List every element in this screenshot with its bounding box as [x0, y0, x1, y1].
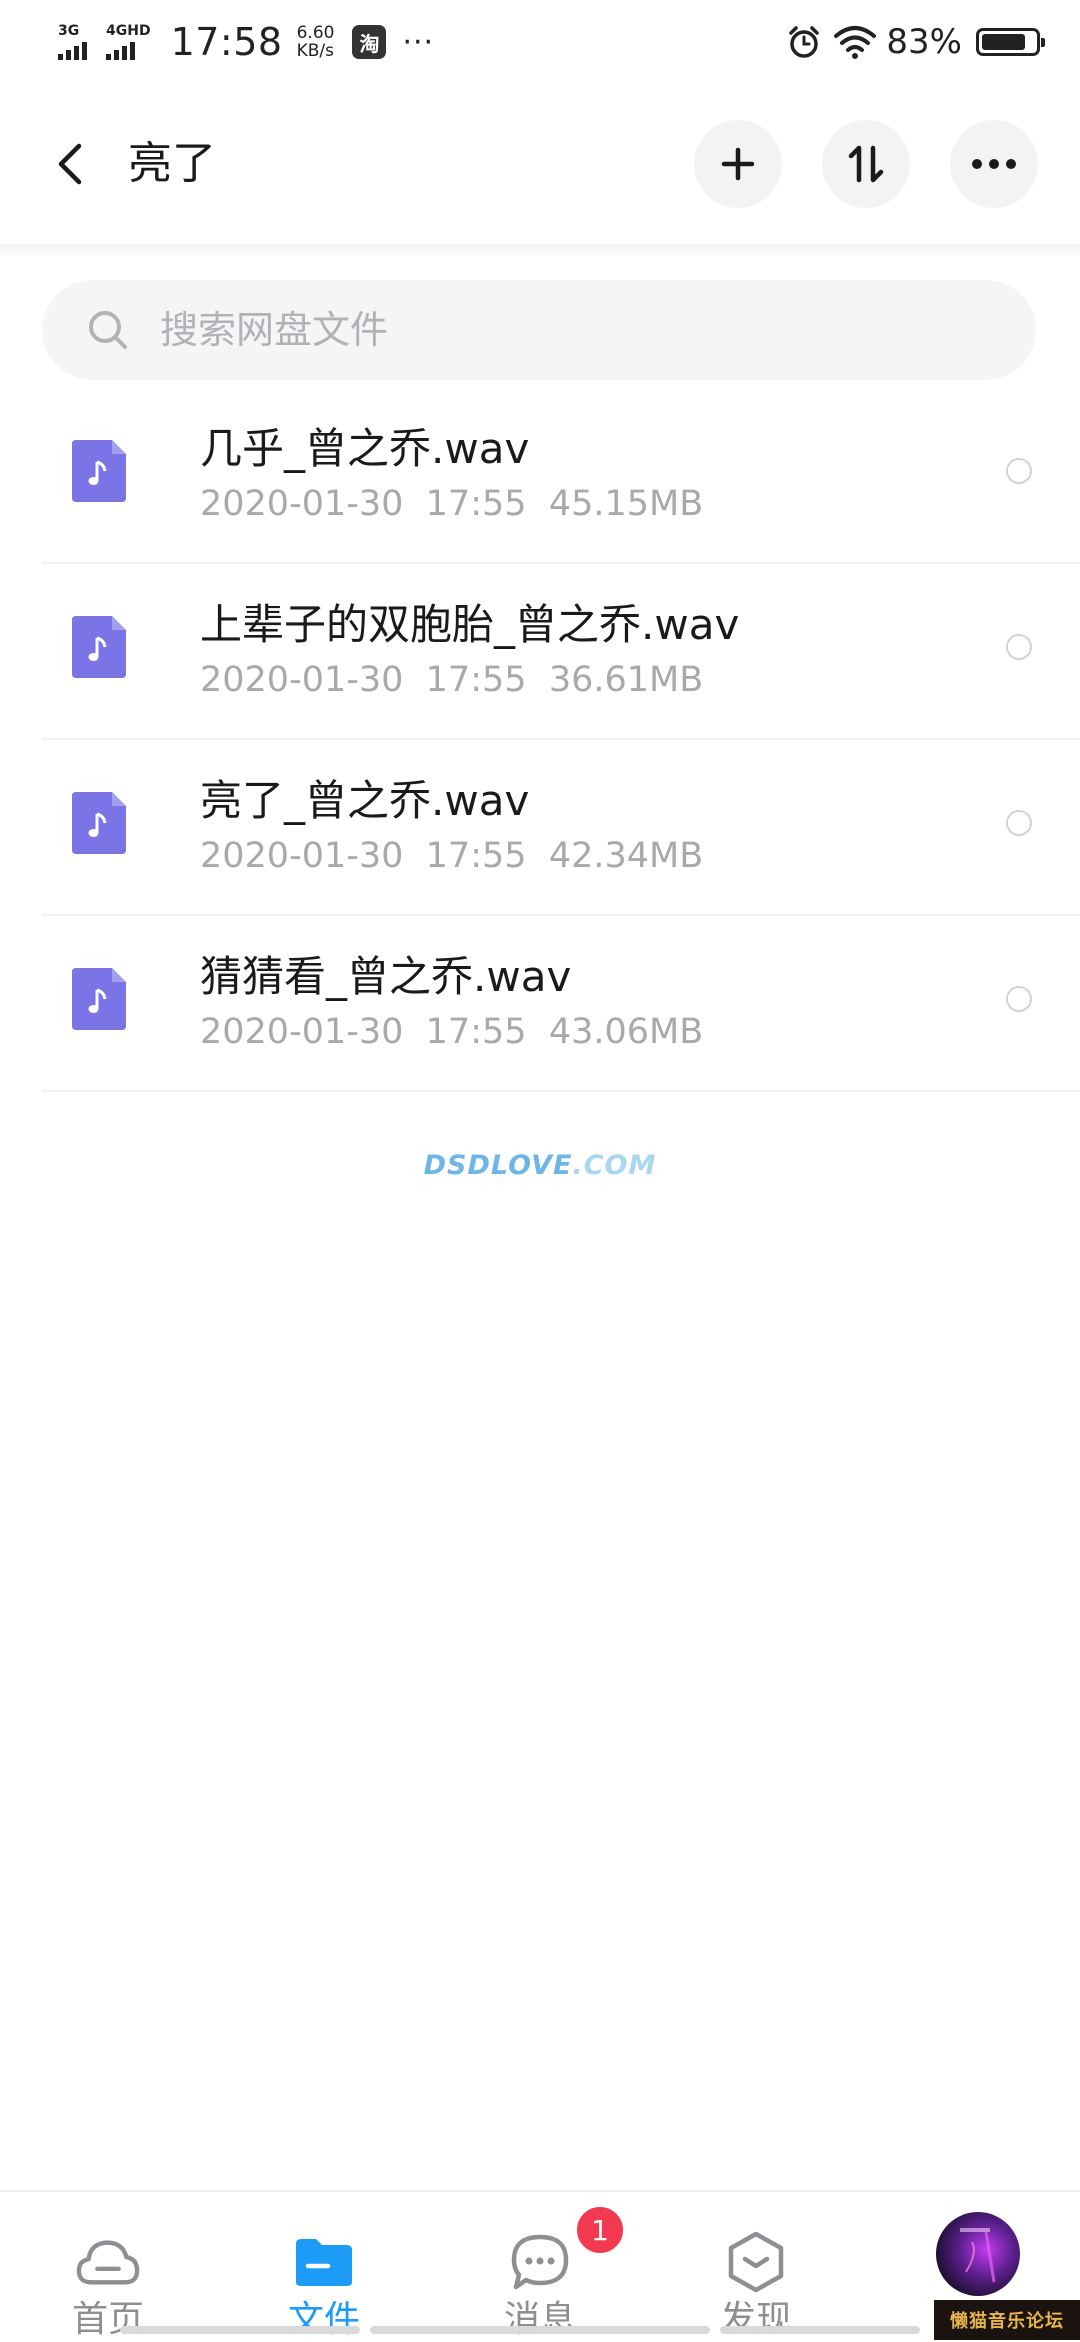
folder-icon: [292, 2230, 356, 2294]
file-name: 几乎_曾之乔.wav: [200, 424, 530, 473]
watermark: DSDLOVE.COM: [0, 1150, 1080, 1181]
battery-percent: 83%: [886, 22, 962, 62]
file-size: 42.34MB: [548, 836, 704, 876]
wifi-icon: [834, 26, 877, 59]
file-time: 17:55: [425, 1012, 527, 1052]
plus-icon: [721, 147, 755, 181]
nav-home[interactable]: 首页: [0, 2192, 216, 2342]
chevron-left-icon: [58, 143, 82, 185]
file-row[interactable]: 亮了_曾之乔.wav 2020-01-30 17:55 42.34MB: [0, 740, 1080, 916]
file-list: 几乎_曾之乔.wav 2020-01-30 17:55 45.15MB 上辈子的…: [0, 388, 1080, 1092]
select-checkbox[interactable]: [1006, 634, 1032, 660]
chat-icon: [508, 2230, 572, 2294]
select-checkbox[interactable]: [1006, 986, 1032, 1012]
file-size: 36.61MB: [548, 660, 704, 700]
nav-label: 消息: [503, 2299, 576, 2340]
nav-label: 发现: [719, 2299, 792, 2340]
file-time: 17:55: [425, 836, 527, 876]
gesture-bar: [370, 2326, 710, 2334]
file-meta: 2020-01-30 17:55 42.34MB: [200, 834, 703, 878]
nav-label: 首页: [71, 2299, 144, 2340]
divider: [42, 1090, 1080, 1092]
speed-value: 6.60: [296, 23, 335, 43]
select-checkbox[interactable]: [1006, 458, 1032, 484]
file-meta: 2020-01-30 17:55 36.61MB: [200, 658, 703, 702]
file-date: 2020-01-30: [200, 484, 404, 524]
search-placeholder: 搜索网盘文件: [160, 308, 389, 352]
more-button[interactable]: [950, 120, 1038, 208]
gesture-bar: [720, 2326, 920, 2334]
file-date: 2020-01-30: [200, 836, 404, 876]
battery-icon: [976, 28, 1045, 56]
file-name: 猜猜看_曾之乔.wav: [200, 952, 572, 1001]
file-size: 43.06MB: [548, 1012, 704, 1052]
status-time: 17:58: [170, 20, 283, 64]
gesture-bar: [120, 2326, 360, 2334]
nav-label: 文件: [287, 2299, 360, 2340]
more-notifications-icon: ···: [402, 24, 435, 60]
search-input[interactable]: 搜索网盘文件: [42, 280, 1036, 380]
nav-messages[interactable]: 1 消息: [432, 2192, 648, 2342]
file-row[interactable]: 上辈子的双胞胎_曾之乔.wav 2020-01-30 17:55 36.61MB: [0, 564, 1080, 740]
speed-unit: KB/s: [296, 41, 334, 61]
file-meta: 2020-01-30 17:55 45.15MB: [200, 482, 703, 526]
header-divider: [0, 244, 1080, 258]
music-file-icon: [72, 968, 126, 1030]
file-row[interactable]: 猜猜看_曾之乔.wav 2020-01-30 17:55 43.06MB: [0, 916, 1080, 1092]
back-button[interactable]: [40, 134, 100, 194]
nav-discover[interactable]: 发现: [648, 2192, 864, 2342]
watermark-part2: .COM: [572, 1150, 657, 1181]
music-file-icon: [72, 792, 126, 854]
status-bar: 3G 4GHD 17:58 6.60 KB/s 淘 ··· 83%: [0, 0, 1080, 84]
header: 亮了: [0, 84, 1080, 244]
nav-files[interactable]: 文件: [216, 2192, 432, 2342]
file-name: 亮了_曾之乔.wav: [200, 776, 530, 825]
discover-icon: [724, 2230, 788, 2294]
signal-3g: 3G: [58, 24, 90, 60]
signal-bars-icon: [58, 40, 90, 60]
sort-icon: [848, 145, 884, 183]
file-row[interactable]: 几乎_曾之乔.wav 2020-01-30 17:55 45.15MB: [0, 388, 1080, 564]
page-title: 亮了: [128, 138, 216, 189]
file-date: 2020-01-30: [200, 1012, 404, 1052]
more-icon: [972, 159, 1016, 169]
watermark-part1: DSDLOVE: [423, 1150, 573, 1181]
unread-badge: 1: [574, 2204, 626, 2256]
avatar[interactable]: [936, 2212, 1020, 2296]
file-meta: 2020-01-30 17:55 43.06MB: [200, 1010, 703, 1054]
sort-button[interactable]: [822, 120, 910, 208]
music-file-icon: [72, 440, 126, 502]
file-time: 17:55: [425, 484, 527, 524]
search-icon: [89, 311, 127, 349]
battery-fill: [982, 34, 1026, 50]
file-name: 上辈子的双胞胎_曾之乔.wav: [200, 600, 740, 649]
file-time: 17:55: [425, 660, 527, 700]
file-date: 2020-01-30: [200, 660, 404, 700]
signal-bars-icon: [106, 40, 138, 60]
alarm-icon: [789, 26, 820, 58]
signal-4g: 4GHD: [106, 24, 151, 60]
add-button[interactable]: [694, 120, 782, 208]
select-checkbox[interactable]: [1006, 810, 1032, 836]
file-size: 45.15MB: [548, 484, 704, 524]
forum-watermark-stamp: 懒猫音乐论坛: [934, 2300, 1080, 2340]
taobao-notification-icon: 淘: [352, 25, 387, 59]
network-speed: 6.60 KB/s: [297, 24, 335, 60]
cloud-icon: [76, 2230, 140, 2294]
bottom-nav: 首页 文件 1 消息 发现: [0, 2190, 1080, 2342]
music-file-icon: [72, 616, 126, 678]
